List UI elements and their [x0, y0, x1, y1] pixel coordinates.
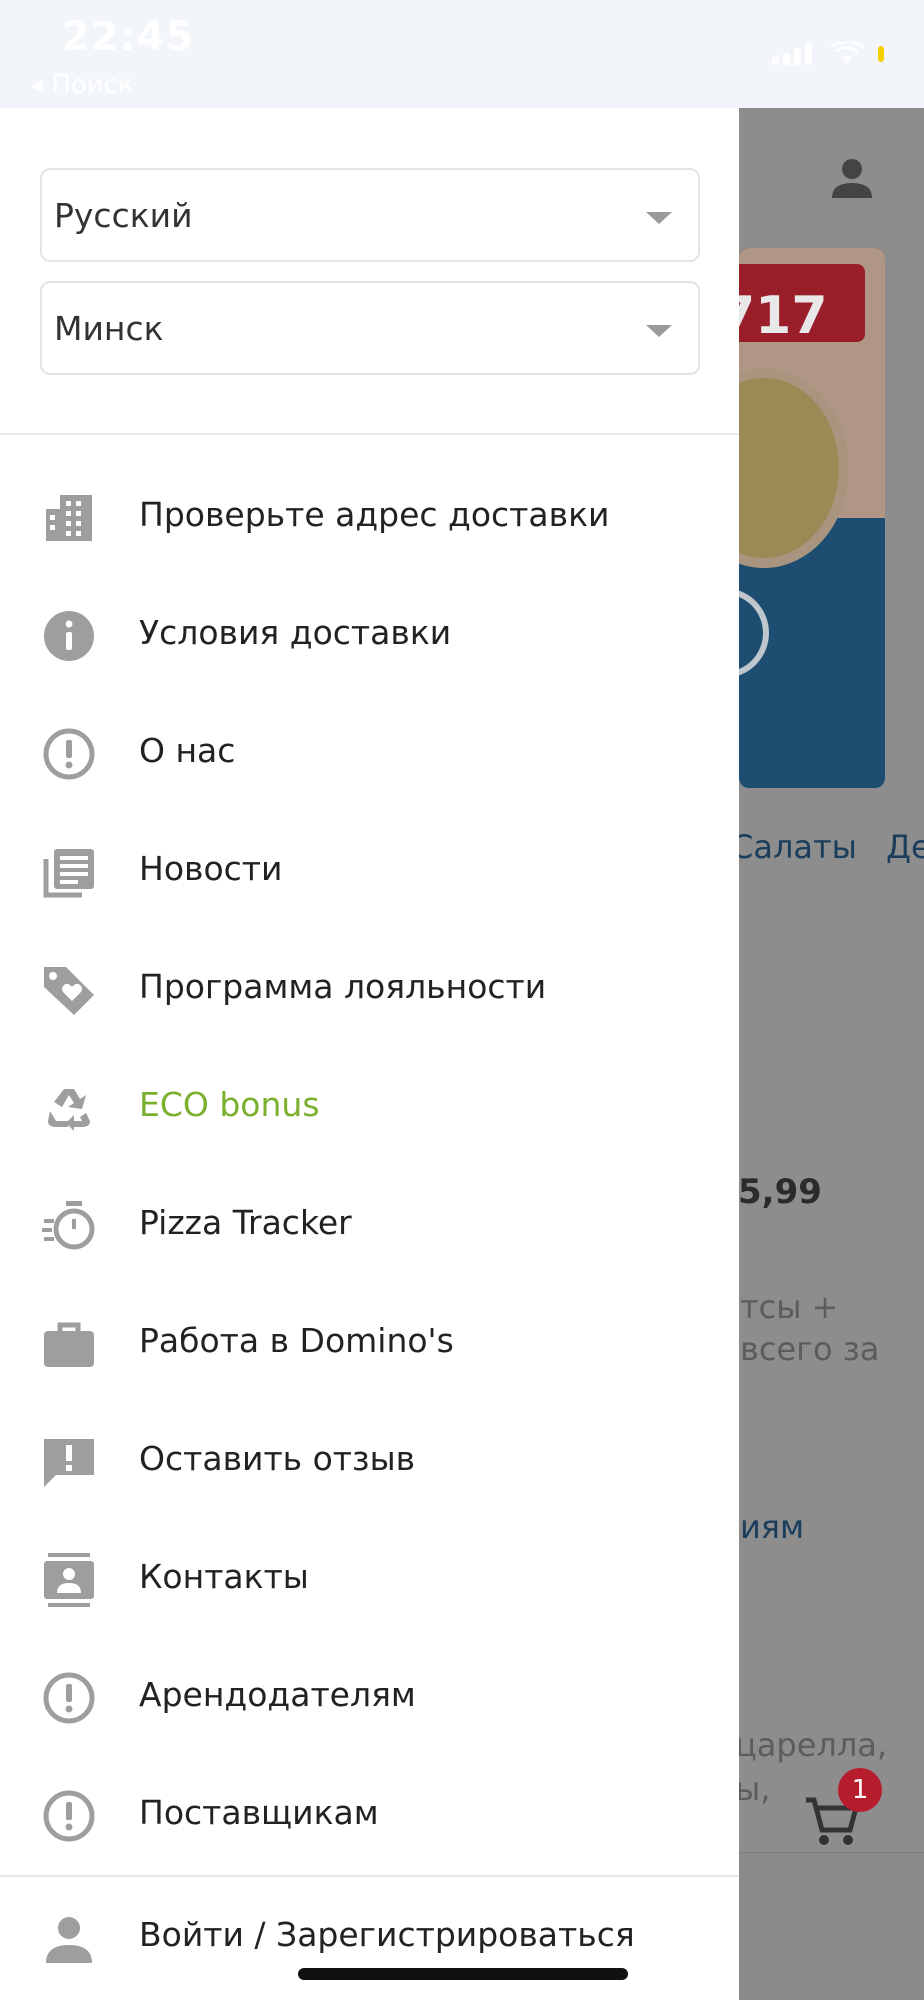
menu-item-pizza-tracker[interactable]: Pizza Tracker: [0, 1165, 739, 1283]
divider: [0, 433, 739, 435]
category-next[interactable]: Де: [886, 828, 924, 866]
status-time: 22:45: [62, 14, 195, 60]
menu-item-label: Условия доставки: [139, 613, 452, 652]
menu-item-loyalty[interactable]: Программа лояльности: [0, 929, 739, 1047]
menu-item-label: Проверьте адрес доставки: [139, 495, 610, 534]
menu-item-label: Работа в Domino's: [139, 1321, 454, 1360]
person-icon: [46, 1917, 92, 1963]
battery-indicator-icon: [878, 46, 884, 62]
tag-heart-icon: [44, 967, 94, 1015]
menu-item-landlords[interactable]: Арендодателям: [0, 1637, 739, 1755]
menu-item-careers[interactable]: Работа в Domino's: [0, 1283, 739, 1401]
building-icon: [46, 495, 92, 541]
menu-item-label: Оставить отзыв: [139, 1439, 416, 1478]
news-icon: [43, 849, 94, 898]
menu-item-label: Поставщикам: [139, 1793, 379, 1832]
profile-icon[interactable]: [830, 156, 874, 200]
contacts-icon: [44, 1553, 94, 1607]
menu-item-label: Pizza Tracker: [139, 1203, 352, 1242]
product-desc-line2: всего за: [740, 1330, 880, 1368]
chevron-down-icon: [646, 212, 672, 224]
login-register-label: Войти / Зарегистрироваться: [139, 1915, 635, 1954]
signal-icon: [772, 43, 816, 65]
cart-count-badge: 1: [838, 1768, 882, 1812]
menu-item-contacts[interactable]: Контакты: [0, 1519, 739, 1637]
banner-number: 717: [739, 286, 828, 346]
menu-item-label: Программа лояльности: [139, 967, 547, 1006]
city-select[interactable]: Минск: [40, 281, 700, 375]
menu-item-delivery-terms[interactable]: Условия доставки: [0, 575, 739, 693]
home-indicator[interactable]: [298, 1968, 628, 1980]
feedback-icon: [44, 1439, 94, 1487]
exclamation-circle-icon: [43, 1790, 95, 1842]
wifi-icon: [830, 42, 864, 64]
chevron-down-icon: [646, 325, 672, 337]
menu-item-about[interactable]: О нас: [0, 693, 739, 811]
banner-ring: [739, 588, 769, 678]
briefcase-icon: [44, 1322, 94, 1367]
product-price: 5,99: [738, 1172, 822, 1212]
conditions-link[interactable]: иям: [740, 1508, 804, 1546]
banner-badge: 717: [739, 264, 865, 346]
menu-item-check-address[interactable]: Проверьте адрес доставки: [0, 457, 739, 575]
info-icon: [44, 611, 94, 661]
navigation-drawer: Русский Минск Проверьте адрес доставки У…: [0, 108, 739, 2000]
back-to-app-link[interactable]: ◂ Поиск: [30, 70, 134, 100]
menu-item-label: О нас: [139, 731, 236, 770]
timer-icon: [42, 1201, 95, 1250]
category-salads[interactable]: Салаты: [731, 828, 857, 866]
exclamation-circle-icon: [43, 728, 95, 780]
menu-item-eco-bonus[interactable]: ECO bonus: [0, 1047, 739, 1165]
promo-banner[interactable]: 717: [739, 248, 885, 788]
menu-item-feedback[interactable]: Оставить отзыв: [0, 1401, 739, 1519]
menu-item-news[interactable]: Новости: [0, 811, 739, 929]
ingredients-line2: ы,: [735, 1770, 771, 1808]
city-select-value: Минск: [54, 309, 164, 348]
menu-item-label: Арендодателям: [139, 1675, 416, 1714]
menu-item-label: ECO bonus: [139, 1085, 320, 1124]
language-select-value: Русский: [54, 196, 193, 235]
status-icons: [772, 42, 884, 66]
ingredients-line1: царелла,: [735, 1726, 888, 1764]
menu-item-label: Новости: [139, 849, 283, 888]
menu-item-suppliers[interactable]: Поставщикам: [0, 1755, 739, 1873]
language-select[interactable]: Русский: [40, 168, 700, 262]
product-desc-line1: тсы +: [740, 1288, 839, 1326]
status-bar: 22:45 ◂ Поиск: [0, 0, 924, 108]
recycle-icon: [48, 1089, 90, 1131]
exclamation-circle-icon: [43, 1672, 95, 1724]
menu-item-label: Контакты: [139, 1557, 309, 1596]
